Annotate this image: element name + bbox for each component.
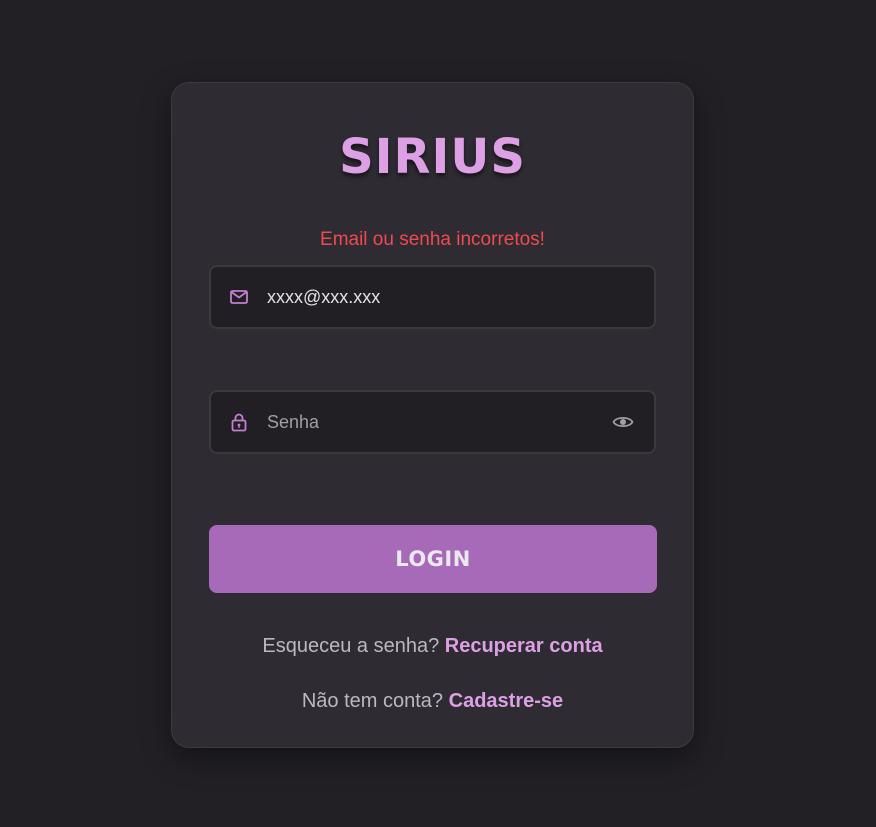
forgot-password-text: Esqueceu a senha?: [262, 635, 440, 657]
eye-icon[interactable]: [612, 412, 634, 432]
error-message: Email ou senha incorretos!: [320, 229, 545, 250]
email-field[interactable]: [209, 265, 656, 329]
password-field[interactable]: [209, 390, 656, 454]
mail-icon: [230, 290, 248, 304]
signup-line: Não tem conta? Cadastre-se: [172, 688, 693, 714]
login-card: SIRIUS Email ou senha incorretos! LOGIN …: [171, 82, 694, 748]
email-input[interactable]: [267, 267, 597, 327]
brand-logo: SIRIUS: [339, 129, 526, 185]
forgot-password-line: Esqueceu a senha? Recuperar conta: [172, 633, 693, 659]
login-button[interactable]: LOGIN: [209, 525, 657, 593]
signup-link[interactable]: Cadastre-se: [449, 690, 564, 712]
lock-icon: [231, 413, 247, 432]
recover-account-link[interactable]: Recuperar conta: [445, 635, 603, 657]
password-input[interactable]: [267, 392, 597, 452]
signup-text: Não tem conta?: [301, 690, 444, 712]
